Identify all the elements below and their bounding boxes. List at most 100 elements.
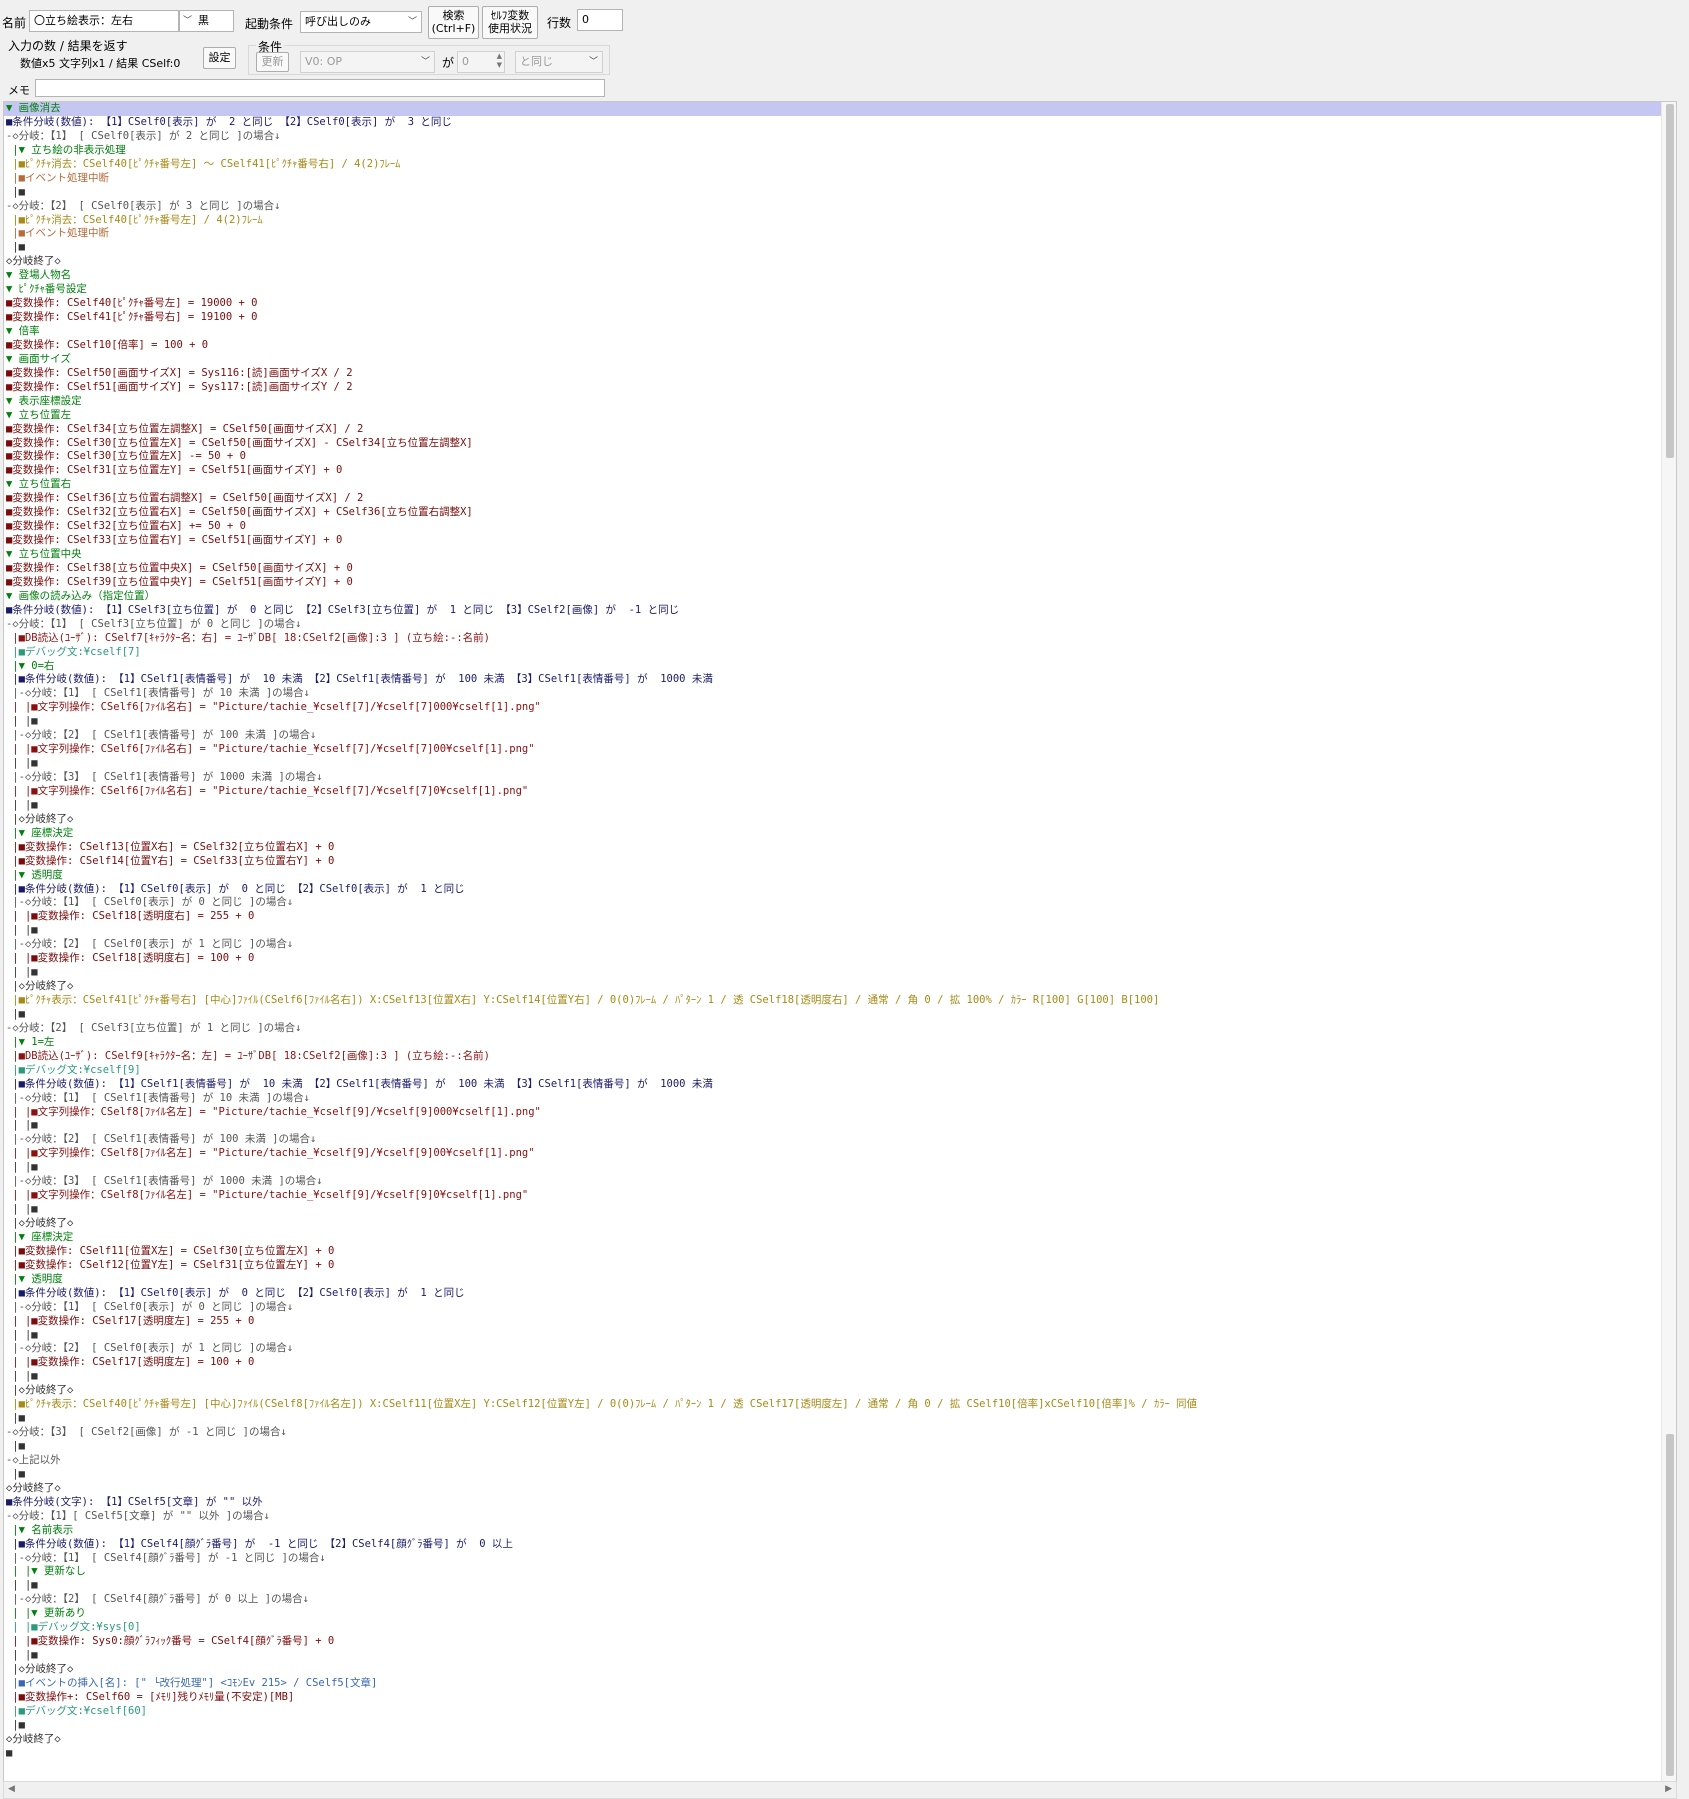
code-line[interactable]: |■デバッグ文:¥cself[60] [4, 1705, 1676, 1719]
code-line[interactable]: ■変数操作: CSelf38[立ち位置中央X] = CSelf50[画面サイズX… [4, 562, 1676, 576]
code-line[interactable]: ■変数操作: CSelf40[ﾋﾟｸﾁｬ番号左] = 19000 + 0 [4, 297, 1676, 311]
code-line[interactable]: | |■ [4, 924, 1676, 938]
code-line[interactable]: -◇分岐：【1】 [ CSelf3[立ち位置] が 0 と同じ ]の場合↓ [4, 618, 1676, 632]
setting-button[interactable]: 設定 [203, 47, 236, 69]
code-line[interactable]: |◇分岐終了◇ [4, 980, 1676, 994]
code-line[interactable]: |■イベント処理中断 [4, 227, 1676, 241]
code-line[interactable]: ■条件分岐(数値): 【1】CSelf3[立ち位置] が 0 と同じ 【2】CS… [4, 604, 1676, 618]
lines-input[interactable]: 0 [577, 9, 623, 31]
code-line[interactable]: |■変数操作: CSelf11[位置X左] = CSelf30[立ち位置左X] … [4, 1245, 1676, 1259]
code-line[interactable]: |■イベント処理中断 [4, 172, 1676, 186]
code-line[interactable]: | |■ [4, 1203, 1676, 1217]
code-line[interactable]: |■条件分岐(数値): 【1】CSelf1[表情番号] が 10 未満 【2】C… [4, 673, 1676, 687]
code-line[interactable]: ■変数操作: CSelf30[立ち位置左X] = CSelf50[画面サイズX]… [4, 437, 1676, 451]
code-line[interactable]: |▼ 名前表示 [4, 1524, 1676, 1538]
code-line[interactable]: |◇分岐終了◇ [4, 813, 1676, 827]
condition-var-select[interactable]: V0: OP ﹀ [300, 51, 435, 73]
code-line[interactable]: |◇分岐終了◇ [4, 1384, 1676, 1398]
code-line[interactable]: | |■ [4, 1579, 1676, 1593]
code-line[interactable]: | |■文字列操作：CSelf8[ﾌｧｲﾙ名左] = "Picture/tach… [4, 1189, 1676, 1203]
code-line[interactable]: -◇分岐：【1】 [ CSelf0[表示] が 2 と同じ ]の場合↓ [4, 130, 1676, 144]
scrollbar-thumb[interactable] [1666, 104, 1674, 458]
code-line[interactable]: |▼ 立ち絵の非表示処理 [4, 144, 1676, 158]
self-var-usage-button[interactable]: ｾﾙﾌ変数 使用状況 [482, 6, 538, 39]
code-line[interactable]: | |■ [4, 1119, 1676, 1133]
code-line[interactable]: | |■変数操作: CSelf18[透明度右] = 255 + 0 [4, 910, 1676, 924]
code-line[interactable]: |▼ 0=右 [4, 660, 1676, 674]
code-line[interactable]: | |▼ 更新なし [4, 1565, 1676, 1579]
code-line[interactable]: |-◇分岐：【1】 [ CSelf0[表示] が 0 と同じ ]の場合↓ [4, 896, 1676, 910]
code-line[interactable]: |▼ 透明度 [4, 1273, 1676, 1287]
code-line[interactable]: ■変数操作: CSelf30[立ち位置左X] -= 50 + 0 [4, 450, 1676, 464]
code-line[interactable]: | |■ [4, 757, 1676, 771]
code-line[interactable]: |■ﾋﾟｸﾁｬ消去：CSelf40[ﾋﾟｸﾁｬ番号左] / 4(2)ﾌﾚｰﾑ [4, 214, 1676, 228]
code-line[interactable]: ■変数操作: CSelf51[画面サイズY] = Sys117:[読]画面サイズ… [4, 381, 1676, 395]
code-line[interactable]: ▼ ﾋﾟｸﾁｬ番号設定 [4, 283, 1676, 297]
code-line[interactable]: ■ [4, 1747, 1676, 1761]
code-line[interactable]: ■変数操作: CSelf34[立ち位置左調整X] = CSelf50[画面サイズ… [4, 423, 1676, 437]
code-line[interactable]: ■変数操作: CSelf39[立ち位置中央Y] = CSelf51[画面サイズY… [4, 576, 1676, 590]
code-line[interactable]: | |■変数操作: Sys0:顔ｸﾞﾗﾌｨｯｸ番号 = CSelf4[顔ｸﾞﾗ番… [4, 1635, 1676, 1649]
code-line[interactable]: |■変数操作: CSelf13[位置X右] = CSelf32[立ち位置右X] … [4, 841, 1676, 855]
trigger-select[interactable]: 呼び出しのみ ﹀ [300, 11, 422, 33]
code-line[interactable]: ■変数操作: CSelf33[立ち位置右Y] = CSelf51[画面サイズY]… [4, 534, 1676, 548]
code-line[interactable]: ■条件分岐(数値): 【1】CSelf0[表示] が 2 と同じ 【2】CSel… [4, 116, 1676, 130]
code-line[interactable]: |-◇分岐：【3】 [ CSelf1[表情番号] が 1000 未満 ]の場合↓ [4, 1175, 1676, 1189]
code-line[interactable]: |■条件分岐(数値): 【1】CSelf4[顔ｸﾞﾗ番号] が -1 と同じ 【… [4, 1538, 1676, 1552]
code-line[interactable]: -◇上記以外 [4, 1454, 1676, 1468]
code-line[interactable]: -◇分岐：【3】 [ CSelf2[画像] が -1 と同じ ]の場合↓ [4, 1426, 1676, 1440]
code-line[interactable]: |▼ 透明度 [4, 869, 1676, 883]
code-line[interactable]: |■DB読込(ﾕｰｻﾞ): CSelf7[ｷｬﾗｸﾀｰ名：右] = ﾕｰｻﾞDB… [4, 632, 1676, 646]
code-line[interactable]: | |■ [4, 715, 1676, 729]
code-line[interactable]: |■変数操作: CSelf12[位置Y左] = CSelf31[立ち位置左Y] … [4, 1259, 1676, 1273]
code-line[interactable]: |■デバッグ文:¥cself[7] [4, 646, 1676, 660]
code-line[interactable]: | |■ [4, 799, 1676, 813]
code-line[interactable]: | |▼ 更新あり [4, 1607, 1676, 1621]
event-code-list[interactable]: ▼ 画像消去 ■条件分岐(数値): 【1】CSelf0[表示] が 2 と同じ 【… [3, 101, 1677, 1783]
code-line[interactable]: |■ﾋﾟｸﾁｬ表示：CSelf40[ﾋﾟｸﾁｬ番号左] [中心]ﾌｧｲﾙ(CSe… [4, 1398, 1676, 1412]
code-line[interactable]: ■変数操作: CSelf50[画面サイズX] = Sys116:[読]画面サイズ… [4, 367, 1676, 381]
code-line[interactable]: |-◇分岐：【2】 [ CSelf1[表情番号] が 100 未満 ]の場合↓ [4, 1133, 1676, 1147]
code-line[interactable]: | |■文字列操作：CSelf8[ﾌｧｲﾙ名左] = "Picture/tach… [4, 1147, 1676, 1161]
code-line[interactable]: ◇分岐終了◇ [4, 1482, 1676, 1496]
update-button[interactable]: 更新 [256, 52, 289, 72]
code-line[interactable]: ■変数操作: CSelf31[立ち位置左Y] = CSelf51[画面サイズY]… [4, 464, 1676, 478]
code-line[interactable]: |■ [4, 241, 1676, 255]
code-line[interactable]: |-◇分岐：【1】 [ CSelf1[表情番号] が 10 未満 ]の場合↓ [4, 1092, 1676, 1106]
code-line[interactable]: | |■文字列操作：CSelf6[ﾌｧｲﾙ名右] = "Picture/tach… [4, 701, 1676, 715]
event-name-input[interactable]: 〇立ち絵表示：左右 [29, 10, 179, 32]
code-line[interactable]: |-◇分岐：【2】 [ CSelf0[表示] が 1 と同じ ]の場合↓ [4, 1342, 1676, 1356]
spinner-icon[interactable]: ▲ ▼ [497, 52, 502, 70]
search-button[interactable]: 検索 (Ctrl+F) [428, 6, 479, 39]
code-line[interactable]: |▼ 1=左 [4, 1036, 1676, 1050]
code-line[interactable]: |■ [4, 1440, 1676, 1454]
code-line[interactable]: |-◇分岐：【2】 [ CSelf4[顔ｸﾞﾗ番号] が 0 以上 ]の場合↓ [4, 1593, 1676, 1607]
code-line[interactable]: |-◇分岐：【2】 [ CSelf0[表示] が 1 と同じ ]の場合↓ [4, 938, 1676, 952]
code-line[interactable]: ◇分岐終了◇ [4, 1733, 1676, 1747]
code-line[interactable]: |-◇分岐：【1】 [ CSelf0[表示] が 0 と同じ ]の場合↓ [4, 1301, 1676, 1315]
code-line[interactable]: ▼ 画像の読み込み（指定位置） [4, 590, 1676, 604]
code-line[interactable]: -◇分岐：【2】 [ CSelf0[表示] が 3 と同じ ]の場合↓ [4, 200, 1676, 214]
vertical-scrollbar[interactable] [1661, 102, 1676, 1782]
code-line[interactable]: ◇分岐終了◇ [4, 255, 1676, 269]
code-line[interactable]: | |■文字列操作：CSelf6[ﾌｧｲﾙ名右] = "Picture/tach… [4, 785, 1676, 799]
code-line[interactable]: ■変数操作: CSelf10[倍率] = 100 + 0 [4, 339, 1676, 353]
code-line[interactable]: |■ [4, 1412, 1676, 1426]
code-line[interactable]: | |■ [4, 1161, 1676, 1175]
code-line[interactable]: -◇分岐：【2】 [ CSelf3[立ち位置] が 1 と同じ ]の場合↓ [4, 1022, 1676, 1036]
code-line[interactable]: |◇分岐終了◇ [4, 1217, 1676, 1231]
code-line[interactable]: | |■文字列操作：CSelf8[ﾌｧｲﾙ名左] = "Picture/tach… [4, 1106, 1676, 1120]
code-line[interactable]: |▼ 座標決定 [4, 1231, 1676, 1245]
code-line[interactable]: | |■ [4, 1370, 1676, 1384]
code-line[interactable]: ▼ 立ち位置中央 [4, 548, 1676, 562]
horizontal-scrollbar[interactable]: ◀ ▶ [3, 1781, 1677, 1799]
code-line[interactable]: |▼ 座標決定 [4, 827, 1676, 841]
code-line[interactable]: |-◇分岐：【3】 [ CSelf1[表情番号] が 1000 未満 ]の場合↓ [4, 771, 1676, 785]
code-line[interactable]: ▼ 画像消去 [4, 102, 1676, 116]
code-line[interactable]: | |■変数操作: CSelf17[透明度左] = 255 + 0 [4, 1315, 1676, 1329]
arrow-left-icon[interactable]: ◀ [8, 1784, 15, 1794]
code-line[interactable]: ▼ 倍率 [4, 325, 1676, 339]
code-line[interactable]: |■ﾋﾟｸﾁｬ消去：CSelf40[ﾋﾟｸﾁｬ番号左] ～ CSelf41[ﾋﾟ… [4, 158, 1676, 172]
code-line[interactable]: ▼ 登場人物名 [4, 269, 1676, 283]
code-line[interactable]: |■変数操作: CSelf14[位置Y右] = CSelf33[立ち位置右Y] … [4, 855, 1676, 869]
